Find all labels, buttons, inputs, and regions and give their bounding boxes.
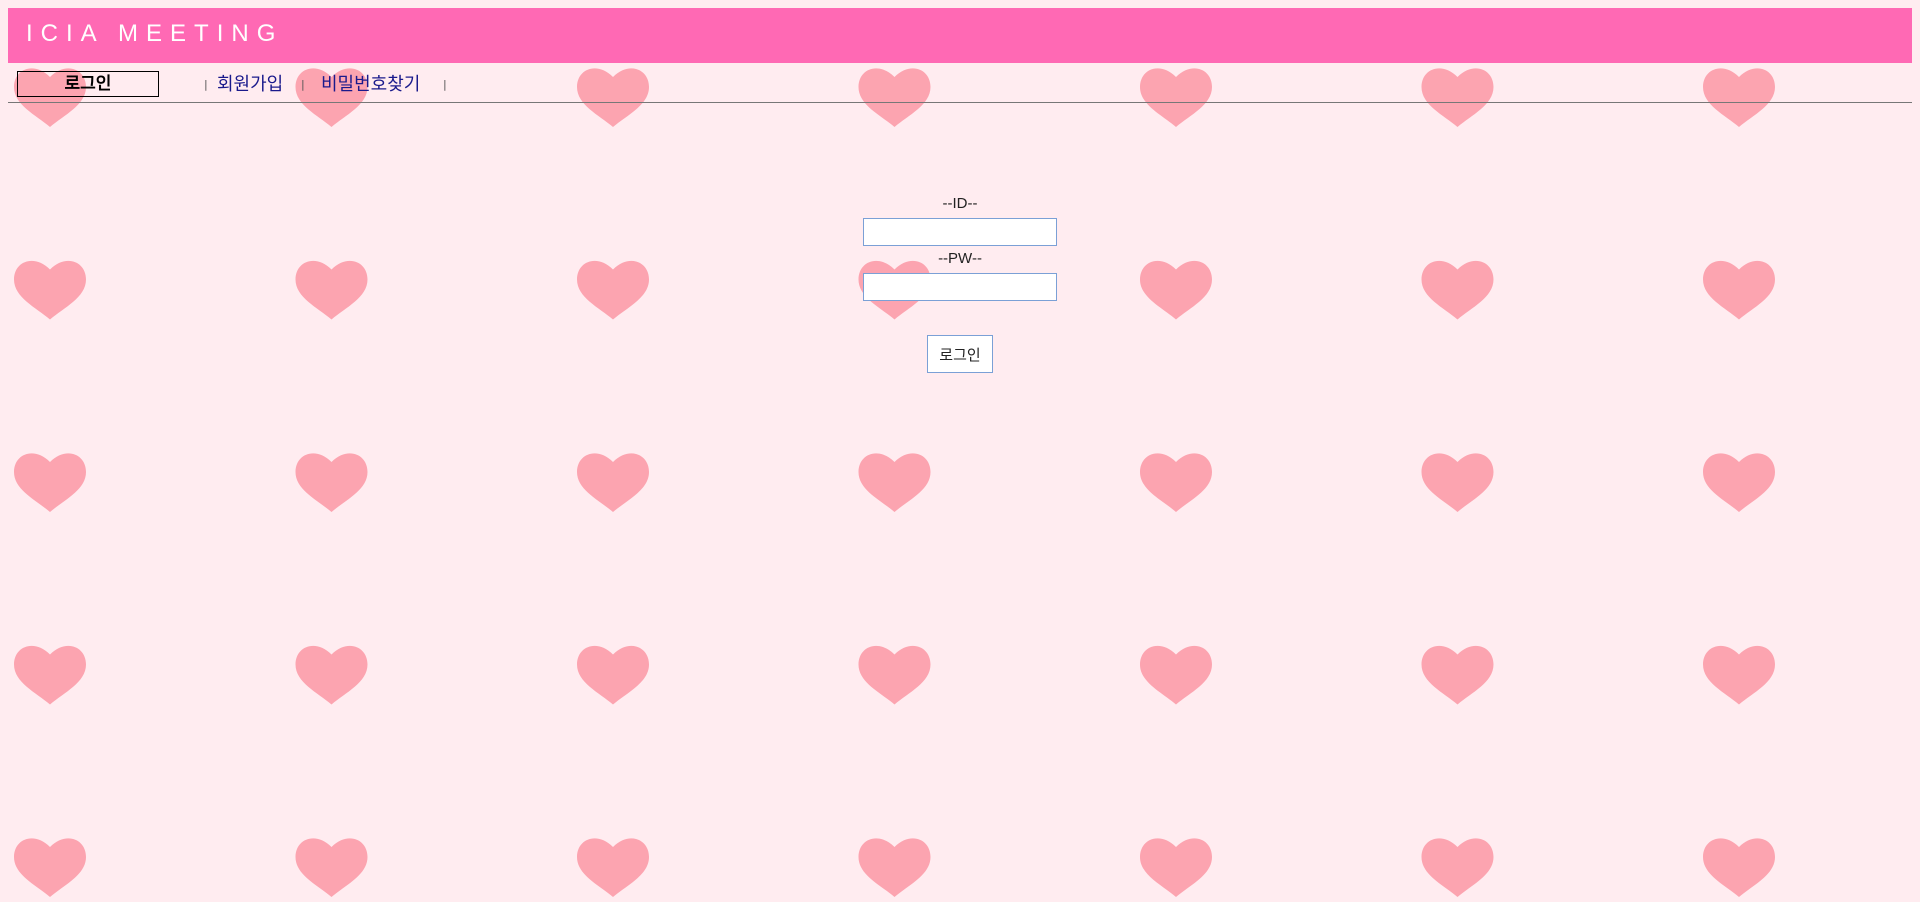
heart-icon	[577, 260, 649, 320]
heart-icon	[1140, 645, 1212, 705]
site-title: ICIA MEETING	[26, 20, 284, 47]
pw-input[interactable]	[863, 273, 1057, 301]
heart-icon	[295, 645, 368, 705]
heart-icon	[1421, 260, 1494, 320]
heart-icon	[858, 453, 931, 512]
login-submit-button[interactable]: 로그인	[927, 335, 993, 373]
heart-icon	[1703, 838, 1775, 897]
heart-icon	[1703, 260, 1775, 320]
heart-icon	[577, 838, 649, 897]
id-input[interactable]	[863, 218, 1057, 246]
heart-icon	[1140, 260, 1212, 320]
heart-icon	[1421, 453, 1494, 512]
heart-icon	[1140, 453, 1212, 512]
heart-icon	[14, 453, 86, 512]
heart-icon	[14, 645, 86, 705]
nav-signup-link[interactable]: 회원가입	[217, 70, 283, 96]
nav-find-password-link[interactable]: 비밀번호찾기	[321, 70, 420, 96]
heart-icon	[577, 453, 649, 512]
heart-icon	[14, 260, 86, 320]
heart-icon	[1703, 453, 1775, 512]
heart-icon	[14, 838, 86, 897]
nav-separator: |	[443, 78, 447, 91]
pw-label: --PW--	[938, 250, 982, 267]
heart-icon	[858, 838, 931, 897]
heart-icon	[1140, 838, 1212, 897]
nav-login-button[interactable]: 로그인	[17, 71, 159, 97]
nav-separator: |	[301, 78, 305, 91]
heart-icon	[577, 645, 649, 705]
heart-icon	[1421, 645, 1494, 705]
heart-icon	[295, 453, 368, 512]
heart-background-pattern	[14, 68, 1775, 897]
heart-icon	[295, 838, 368, 897]
heart-icon	[1421, 838, 1494, 897]
nav-separator: |	[204, 78, 208, 91]
heart-icon	[858, 645, 931, 705]
heart-icon	[295, 260, 368, 320]
site-header: ICIA MEETING	[8, 8, 1912, 63]
id-label: --ID--	[942, 195, 978, 212]
heart-icon	[1703, 645, 1775, 705]
top-nav: 로그인 | 회원가입 | 비밀번호찾기 |	[8, 64, 1912, 103]
